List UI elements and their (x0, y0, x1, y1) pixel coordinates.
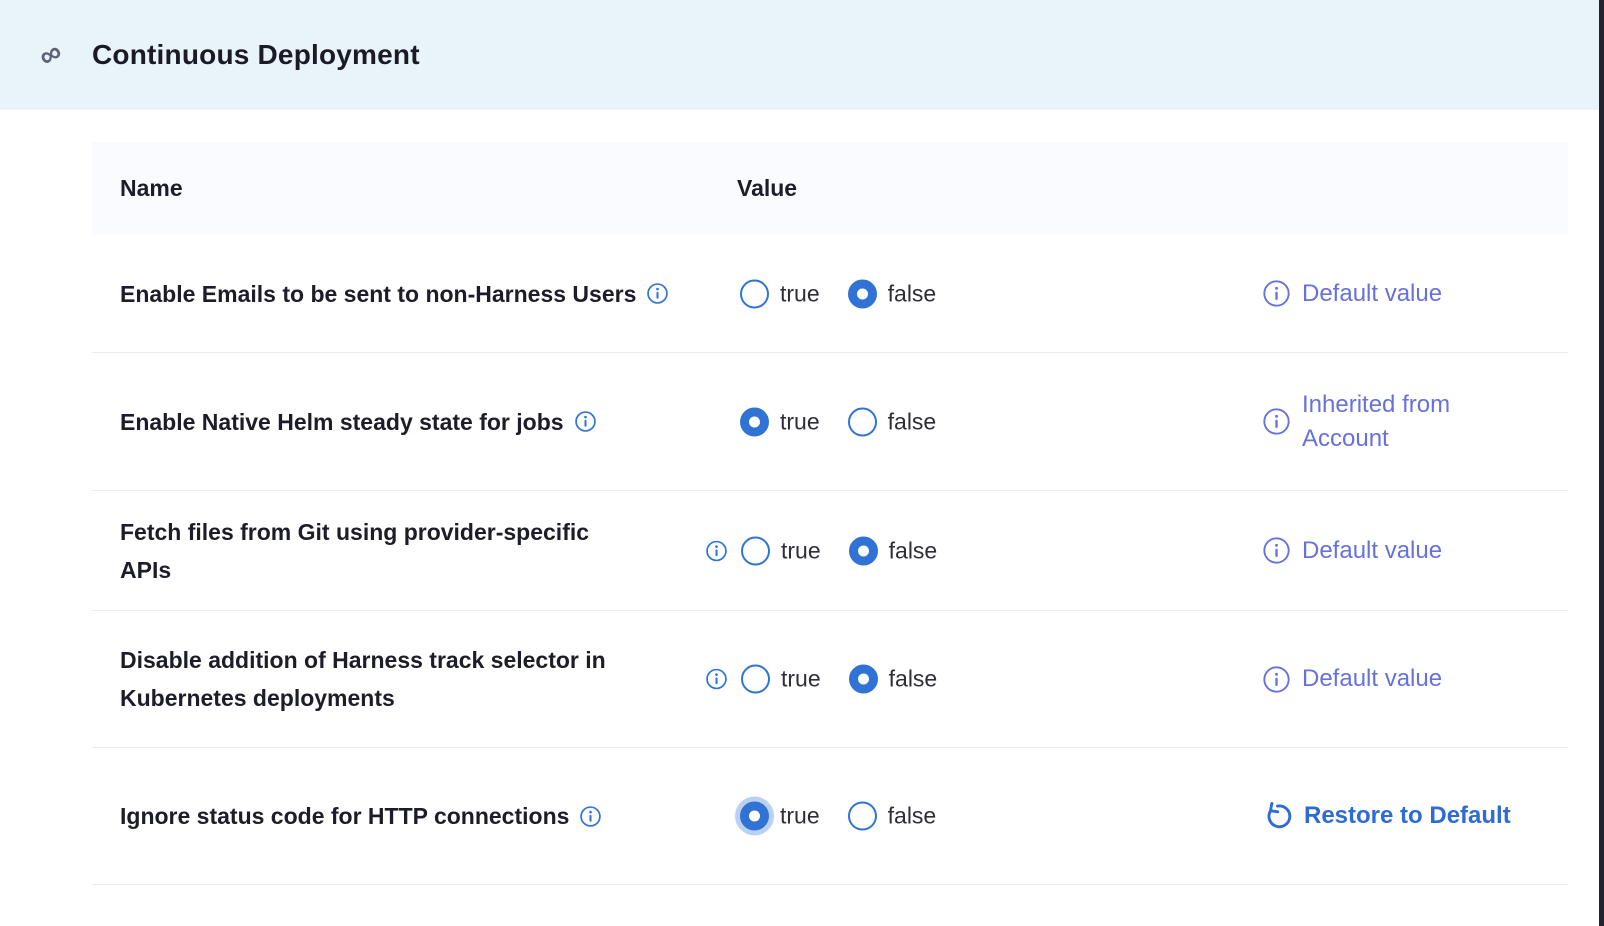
radio-false[interactable] (849, 536, 878, 565)
true-false-radio-group: true false (740, 802, 936, 831)
window-edge (1599, 0, 1604, 926)
table-row: Enable Native Helm steady state for jobs (92, 353, 1568, 491)
settings-rows: Enable Emails to be sent to non-Harness … (92, 235, 1568, 885)
radio-false-label[interactable]: false (889, 666, 938, 693)
setting-label: Enable Native Helm steady state for jobs (120, 403, 564, 441)
settings-table: Name Value Enable Emails to be sent to n… (92, 142, 1568, 885)
status-label[interactable]: Restore to Default (1304, 799, 1511, 833)
setting-name-cell: Enable Native Helm steady state for jobs (92, 403, 597, 441)
setting-value-cell: true false (705, 279, 936, 308)
radio-option-false[interactable]: false (849, 665, 938, 694)
info-icon[interactable] (1262, 665, 1291, 694)
info-icon[interactable] (1262, 536, 1291, 565)
radio-false-label[interactable]: false (888, 803, 937, 830)
radio-true-label[interactable]: true (781, 537, 821, 564)
restore-icon[interactable] (1262, 801, 1293, 832)
radio-false[interactable] (849, 665, 878, 694)
radio-false[interactable] (848, 802, 877, 831)
radio-option-true[interactable]: true (741, 665, 821, 694)
info-icon[interactable] (1262, 407, 1291, 436)
column-header-name: Name (92, 175, 183, 202)
table-header-row: Name Value (92, 142, 1568, 235)
setting-value-cell: true false (705, 802, 936, 831)
section-title: Continuous Deployment (92, 39, 420, 71)
radio-option-false[interactable]: false (848, 279, 937, 308)
setting-label: Fetch files from Git using provider-spec… (120, 513, 645, 589)
radio-true-label[interactable]: true (780, 803, 820, 830)
table-row: Ignore status code for HTTP connections (92, 748, 1568, 885)
radio-option-false[interactable]: false (849, 536, 938, 565)
radio-false-label[interactable]: false (888, 280, 937, 307)
true-false-radio-group: true false (741, 536, 937, 565)
radio-true-label[interactable]: true (781, 666, 821, 693)
radio-option-true[interactable]: true (740, 279, 820, 308)
section-header: ∞ Continuous Deployment (0, 0, 1604, 110)
table-row: Fetch files from Git using provider-spec… (92, 491, 1568, 611)
setting-status: Inherited from Account (1262, 388, 1517, 456)
radio-false[interactable] (848, 279, 877, 308)
true-false-radio-group: true false (740, 279, 936, 308)
column-header-value: Value (737, 175, 797, 202)
radio-true[interactable] (740, 802, 769, 831)
radio-option-true[interactable]: true (740, 407, 820, 436)
radio-true[interactable] (741, 665, 770, 694)
radio-true-label[interactable]: true (780, 280, 820, 307)
setting-status: Default value (1262, 662, 1442, 696)
radio-option-false[interactable]: false (848, 407, 937, 436)
setting-name-cell: Ignore status code for HTTP connections (92, 797, 602, 835)
status-label[interactable]: Default value (1302, 662, 1442, 696)
setting-name-cell: Disable addition of Harness track select… (92, 641, 645, 717)
setting-status: Default value (1262, 534, 1442, 568)
radio-option-true[interactable]: true (740, 802, 820, 831)
radio-option-false[interactable]: false (848, 802, 937, 831)
setting-name-cell: Enable Emails to be sent to non-Harness … (92, 275, 669, 313)
table-row: Enable Emails to be sent to non-Harness … (92, 235, 1568, 353)
setting-status: Restore to Default (1262, 799, 1511, 833)
cd-infinity-icon[interactable]: ∞ (34, 37, 67, 74)
true-false-radio-group: true false (741, 665, 937, 694)
info-icon[interactable] (646, 282, 669, 305)
status-label[interactable]: Default value (1302, 534, 1442, 568)
radio-true[interactable] (741, 536, 770, 565)
info-icon[interactable] (705, 539, 728, 562)
table-row: Disable addition of Harness track select… (92, 611, 1568, 748)
info-icon[interactable] (574, 410, 597, 433)
true-false-radio-group: true false (740, 407, 936, 436)
radio-false[interactable] (848, 407, 877, 436)
setting-value-cell: true false (705, 665, 937, 694)
setting-status: Default value (1262, 277, 1442, 311)
radio-option-true[interactable]: true (741, 536, 821, 565)
status-label[interactable]: Inherited from Account (1302, 388, 1517, 456)
radio-false-label[interactable]: false (888, 408, 937, 435)
info-icon[interactable] (579, 805, 602, 828)
radio-true[interactable] (740, 407, 769, 436)
setting-value-cell: true false (705, 536, 937, 565)
setting-label: Disable addition of Harness track select… (120, 641, 645, 717)
info-icon[interactable] (1262, 279, 1291, 308)
setting-value-cell: true false (705, 407, 936, 436)
status-label[interactable]: Default value (1302, 277, 1442, 311)
radio-true[interactable] (740, 279, 769, 308)
setting-label: Ignore status code for HTTP connections (120, 797, 569, 835)
radio-true-label[interactable]: true (780, 408, 820, 435)
setting-label: Enable Emails to be sent to non-Harness … (120, 275, 636, 313)
info-icon[interactable] (705, 668, 728, 691)
radio-false-label[interactable]: false (889, 537, 938, 564)
setting-name-cell: Fetch files from Git using provider-spec… (92, 513, 645, 589)
